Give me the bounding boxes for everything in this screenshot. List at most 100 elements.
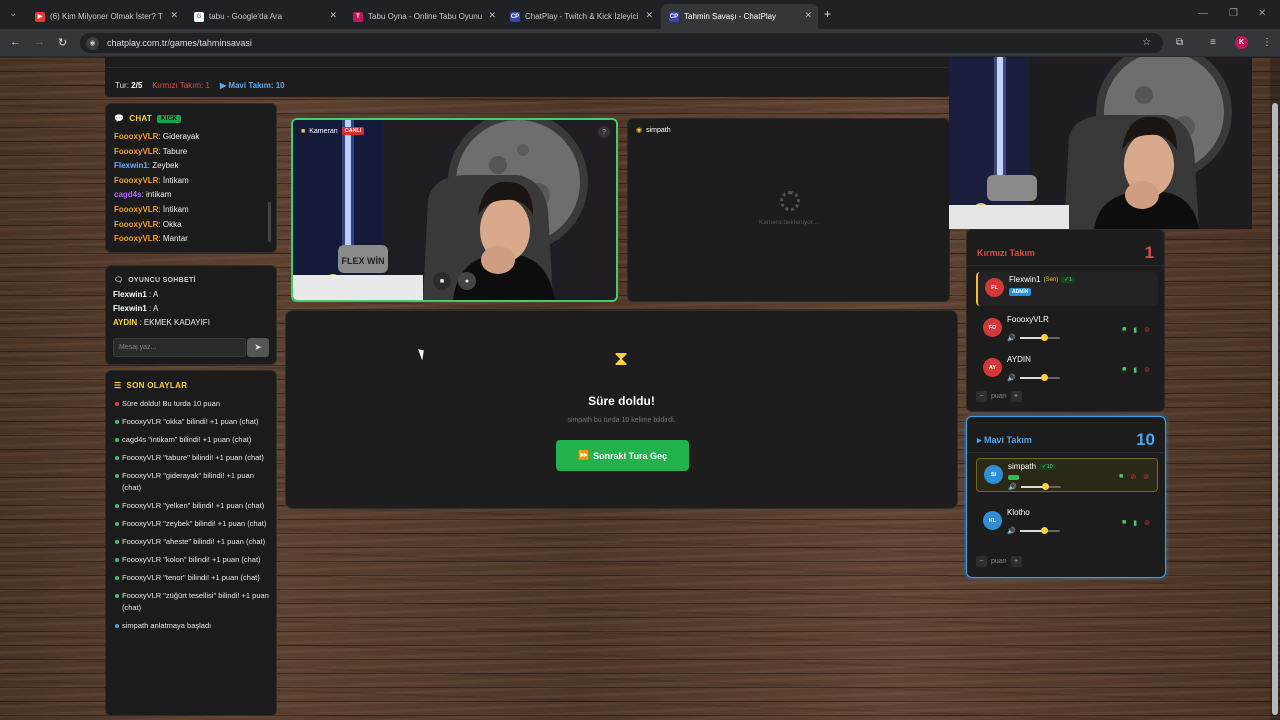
chat-username: Flexwin1 [114, 161, 148, 171]
camera-waiting-text: Kamera bekleniyor... [758, 219, 819, 226]
blue-puan-minus-button[interactable]: − [976, 556, 987, 567]
volume-knob[interactable] [1040, 374, 1048, 381]
chat-username: FoooxyVLR [114, 234, 159, 244]
chat-text: İntikam [162, 175, 189, 185]
menu-icon[interactable]: ⋮ [1262, 37, 1272, 48]
minimize-button[interactable]: — [1198, 8, 1208, 19]
microphone-muted-icon[interactable]: ⊘ [1130, 473, 1136, 481]
chat-message: FoooxyVLR: İntikam [114, 176, 264, 191]
browser-tab[interactable]: CP Tahmin Savaşı - ChatPlay ✕ [661, 4, 818, 29]
browser-tab[interactable]: ▶ (6) Kim Milyoner Olmak İster? T ✕ [27, 4, 184, 29]
member-avatar: FO [983, 318, 1002, 337]
volume-knob[interactable] [1040, 527, 1048, 534]
team-member-row: SI simpath ✓10 🔊 ■ ⊘ ⊘ [976, 458, 1158, 492]
volume-slider[interactable] [1019, 527, 1060, 534]
blue-team-header: ▸ Mavi Takım 10 [977, 430, 1155, 450]
chat-message: FoooxyVLR: Tabure [114, 147, 264, 162]
help-button[interactable]: ? [598, 126, 610, 138]
chat-text: İntikam [162, 204, 189, 214]
red-puan-plus-button[interactable]: + [1010, 391, 1022, 402]
media-controls-icon[interactable]: ≡ [1210, 37, 1216, 48]
volume-knob[interactable] [1040, 334, 1048, 341]
microphone-icon[interactable]: ▮ [1133, 366, 1137, 374]
site-info-icon[interactable]: ◉ [86, 36, 99, 50]
camera-icon[interactable]: ■ [1122, 366, 1126, 374]
member-name: Klotho [1007, 508, 1030, 517]
volume-slider[interactable] [1020, 483, 1061, 490]
blue-puan-plus-button[interactable]: + [1010, 556, 1022, 567]
kick-badge: KICK [157, 114, 181, 123]
eye-icon: ◉ [636, 127, 643, 134]
comments-icon: 🗨 [114, 277, 124, 284]
member-name: AYDIN [1007, 355, 1031, 364]
camera-toggle-button[interactable]: ■ [433, 272, 451, 290]
team-member-row: FO FoooxyVLR 🔊 ■ ▮ ⊘ [976, 312, 1158, 346]
browser-tab[interactable]: Gtabu - Google'da Ara ✕ [186, 4, 343, 29]
chat-text: intikam [146, 190, 172, 200]
omnibox[interactable]: ◉ chatplay.com.tr/games/tahminsavasi [80, 33, 1163, 53]
mic-toggle-button[interactable]: ● [458, 272, 476, 290]
camera-icon[interactable]: ■ [1122, 519, 1126, 527]
microphone-icon[interactable]: ▮ [1133, 519, 1137, 527]
own-camera-name: Kameran [309, 127, 338, 135]
event-item: cagd4s "intikam" bilindi! +1 puan (chat) [114, 434, 272, 446]
back-icon[interactable]: ← [10, 36, 21, 48]
events-panel: ☰ SON OLAYLAR Süre doldu! Bu turda 10 pu… [105, 370, 277, 716]
page-scrollbar-thumb[interactable] [1272, 103, 1278, 715]
camera-icon[interactable]: ■ [1122, 326, 1126, 334]
player-chat-header: 🗨 OYUNCU SOHBETİ [114, 276, 196, 285]
chat-title: CHAT [129, 114, 153, 123]
tab-close-icon[interactable]: ✕ [170, 10, 178, 21]
volume-knob[interactable] [1041, 483, 1049, 490]
tab-favicon-icon: CP [510, 11, 520, 22]
new-tab-button[interactable]: + [824, 7, 831, 21]
red-score-label: Kırmızı Takım: 1 [152, 81, 210, 90]
camera-icon[interactable]: ■ [1119, 473, 1123, 481]
tab-search-icon[interactable]: ⌄ [9, 8, 17, 19]
you-label: (Sen) [1043, 276, 1059, 283]
forward-icon[interactable]: → [34, 36, 45, 48]
game-header: Tur: 2/5 Kırmızı Takım: 1 ▶ Mavi Takım: … [105, 57, 950, 97]
profile-avatar[interactable]: K [1235, 36, 1248, 49]
blue-team-panel: ▸ Mavi Takım 10 SI simpath ✓10 🔊 ■ ⊘ ⊘ KL Klotho… [966, 416, 1166, 578]
microphone-icon[interactable]: ▮ [1133, 326, 1137, 334]
tab-close-icon[interactable]: ✕ [488, 10, 496, 21]
kick-player-icon[interactable]: ⊘ [1144, 366, 1150, 374]
kick-player-icon[interactable]: ⊘ [1144, 326, 1150, 334]
chat-bubble-icon: 💬 [114, 114, 125, 123]
browser-tab[interactable]: T Tabu Oyna - Online Tabu Oyunu ✕ [345, 4, 502, 29]
chat-header: 💬 CHAT KICK [114, 114, 181, 123]
close-window-button[interactable]: ✕ [1258, 8, 1266, 19]
volume-slider[interactable] [1019, 374, 1060, 381]
url-text[interactable]: chatplay.com.tr/games/tahminsavasi [107, 38, 252, 48]
tab-close-icon[interactable]: ✕ [329, 10, 337, 21]
speaker-icon[interactable]: 🔊 [1007, 374, 1016, 382]
extensions-icon[interactable]: ⧉ [1176, 37, 1183, 48]
message-input[interactable] [113, 338, 246, 357]
speaker-icon[interactable]: 🔊 [1007, 527, 1016, 535]
red-puan-minus-button[interactable]: − [976, 391, 987, 402]
page-scrollbar[interactable] [1270, 57, 1280, 720]
events-title: SON OLAYLAR [126, 381, 188, 390]
player-chat-message: Flexwin1 : A [113, 304, 210, 318]
own-camera-tile: FLEX WİN ■ Kameran CANLI ? ■ ● [291, 118, 618, 302]
event-item: FoooxyVLR "tenor" bilindi! +1 puan (chat… [114, 572, 272, 584]
volume-slider[interactable] [1019, 334, 1060, 341]
speaker-icon[interactable]: 🔊 [1007, 334, 1016, 342]
tab-close-icon[interactable]: ✕ [804, 10, 812, 21]
blue-puan-label: puan [991, 558, 1007, 565]
tab-close-icon[interactable]: ✕ [645, 10, 653, 21]
browser-tab-bar: ⌄ ▶ (6) Kim Milyoner Olmak İster? T ✕ Gtabu… [0, 0, 1280, 29]
chat-panel: 💬 CHAT KICK FoooxyVLR: Giderayak FoooxyVL… [105, 103, 277, 253]
chat-scrollbar[interactable] [268, 202, 271, 242]
reload-icon[interactable]: ↻ [58, 36, 67, 49]
kick-player-icon[interactable]: ⊘ [1143, 473, 1149, 481]
browser-tab[interactable]: CP ChatPlay - Twitch & Kick İzleyici ✕ [502, 4, 659, 29]
maximize-button[interactable]: ❐ [1229, 8, 1238, 19]
speaker-icon[interactable]: 🔊 [1008, 483, 1017, 491]
next-round-button[interactable]: ⏩ Sonraki Tura Geç [556, 440, 689, 471]
kick-player-icon[interactable]: ⊘ [1144, 519, 1150, 527]
bookmark-star-icon[interactable]: ☆ [1142, 37, 1151, 48]
send-button[interactable]: ➤ [247, 338, 269, 357]
streamer-video [949, 57, 1252, 229]
